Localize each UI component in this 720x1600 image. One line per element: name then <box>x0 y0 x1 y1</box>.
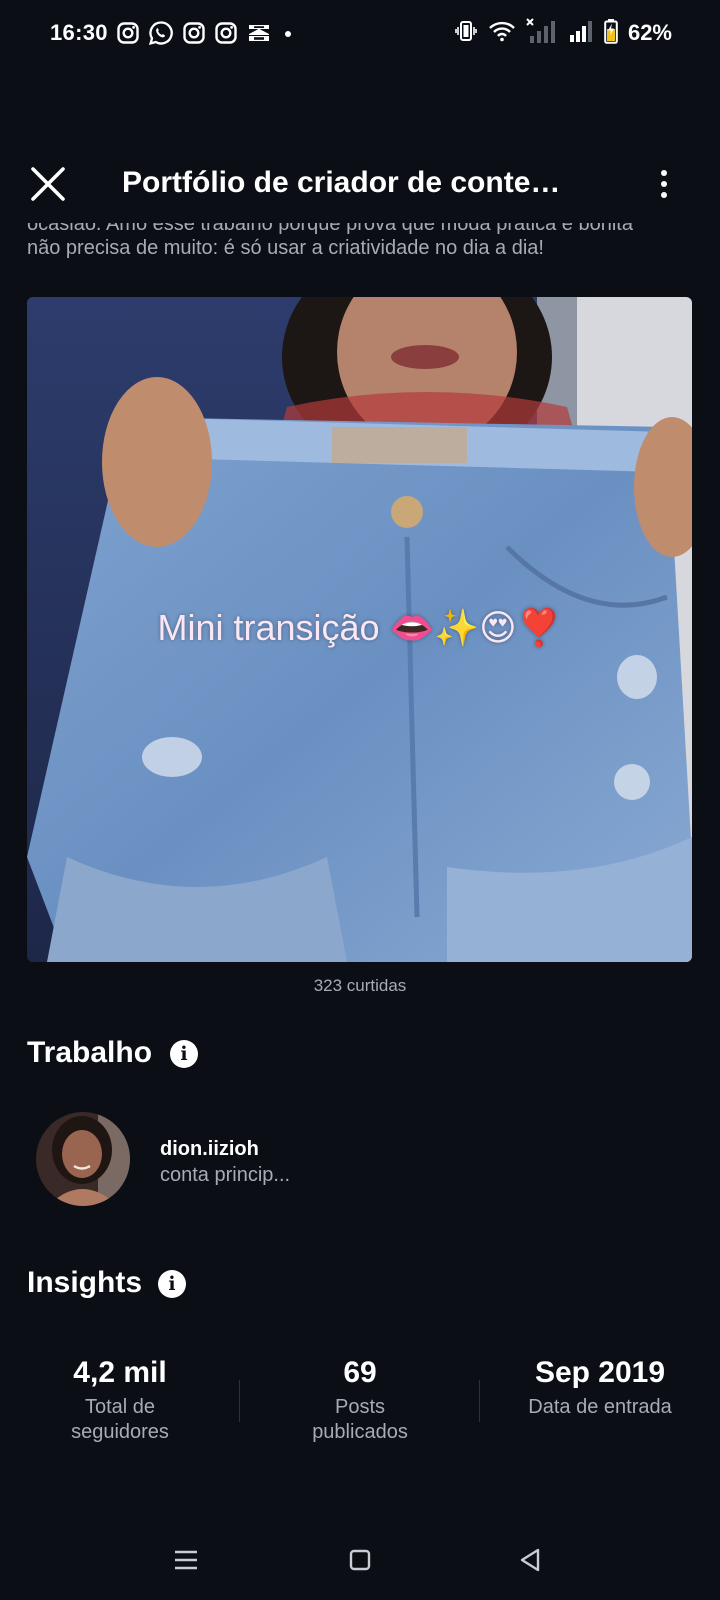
description-line: ocasião. Amo esse trabalho porque prova … <box>27 223 633 235</box>
home-button[interactable] <box>330 1530 390 1590</box>
instagram-icon <box>214 21 238 45</box>
info-icon[interactable]: i <box>170 1040 198 1068</box>
work-section-title: Trabalho <box>27 1036 153 1069</box>
status-time: 16:30 <box>50 20 108 45</box>
back-triangle-icon <box>520 1548 540 1572</box>
vibrate-icon <box>454 19 478 48</box>
stat-label: Total de seguidores <box>71 1396 169 1443</box>
avatar <box>36 1112 130 1206</box>
signal-icon <box>568 19 594 48</box>
system-nav-bar <box>0 1530 720 1590</box>
media-caption: Mini transição 👄✨😍❣️ <box>157 607 562 648</box>
stat-value: Sep 2019 <box>534 1356 666 1389</box>
stat-followers: 4,2 mil Total de seguidores <box>0 1355 240 1445</box>
description-line: não precisa de muito: é só usar a criati… <box>27 237 544 259</box>
back-button[interactable] <box>500 1530 560 1590</box>
insights-stats: 4,2 mil Total de seguidores 69 Posts pub… <box>0 1355 720 1455</box>
recent-apps-button[interactable] <box>156 1530 216 1590</box>
account-username: dion.iizioh <box>160 1138 259 1160</box>
stat-posts: 69 Posts publicados <box>240 1355 480 1445</box>
dot-icon <box>280 21 296 45</box>
linked-account[interactable]: dion.iizioh conta princip... <box>36 1112 636 1212</box>
menu-icon <box>175 1550 197 1570</box>
more-vertical-icon <box>661 170 667 198</box>
stat-label: Data de entrada <box>528 1396 672 1418</box>
instagram-icon <box>116 21 140 45</box>
post-media[interactable]: Mini transição 👄✨😍❣️ <box>27 297 692 962</box>
signal-no-service-icon <box>526 17 558 49</box>
status-bar: 16:30 62% <box>0 0 720 68</box>
insights-section-title: Insights <box>27 1266 143 1299</box>
likes-count[interactable]: 323 curtidas <box>0 976 720 996</box>
instagram-icon <box>182 21 206 45</box>
stat-label: Posts publicados <box>312 1396 408 1443</box>
battery-charging-icon <box>604 18 618 49</box>
battery-percent: 62% <box>627 20 672 45</box>
notification-icons <box>116 20 296 46</box>
stat-value: 69 <box>343 1356 377 1389</box>
close-icon <box>31 167 65 201</box>
capcut-icon <box>246 21 272 45</box>
top-app-bar: Portfólio de criador de conteúdo <box>0 150 720 220</box>
stat-value: 4,2 mil <box>73 1356 167 1389</box>
wifi-icon <box>488 19 516 48</box>
stat-join-date: Sep 2019 Data de entrada <box>480 1355 720 1420</box>
page-title: Portfólio de criador de conteúdo <box>122 166 572 199</box>
info-icon[interactable]: i <box>158 1270 186 1298</box>
close-button[interactable] <box>28 164 68 204</box>
description-text: ocasião. Amo esse trabalho porque prova … <box>27 223 697 273</box>
account-subtitle: conta princip... <box>160 1164 291 1186</box>
whatsapp-icon <box>148 20 174 46</box>
home-square-icon <box>349 1549 371 1571</box>
more-options-button[interactable] <box>652 164 676 204</box>
system-icons: 62% <box>454 17 672 49</box>
